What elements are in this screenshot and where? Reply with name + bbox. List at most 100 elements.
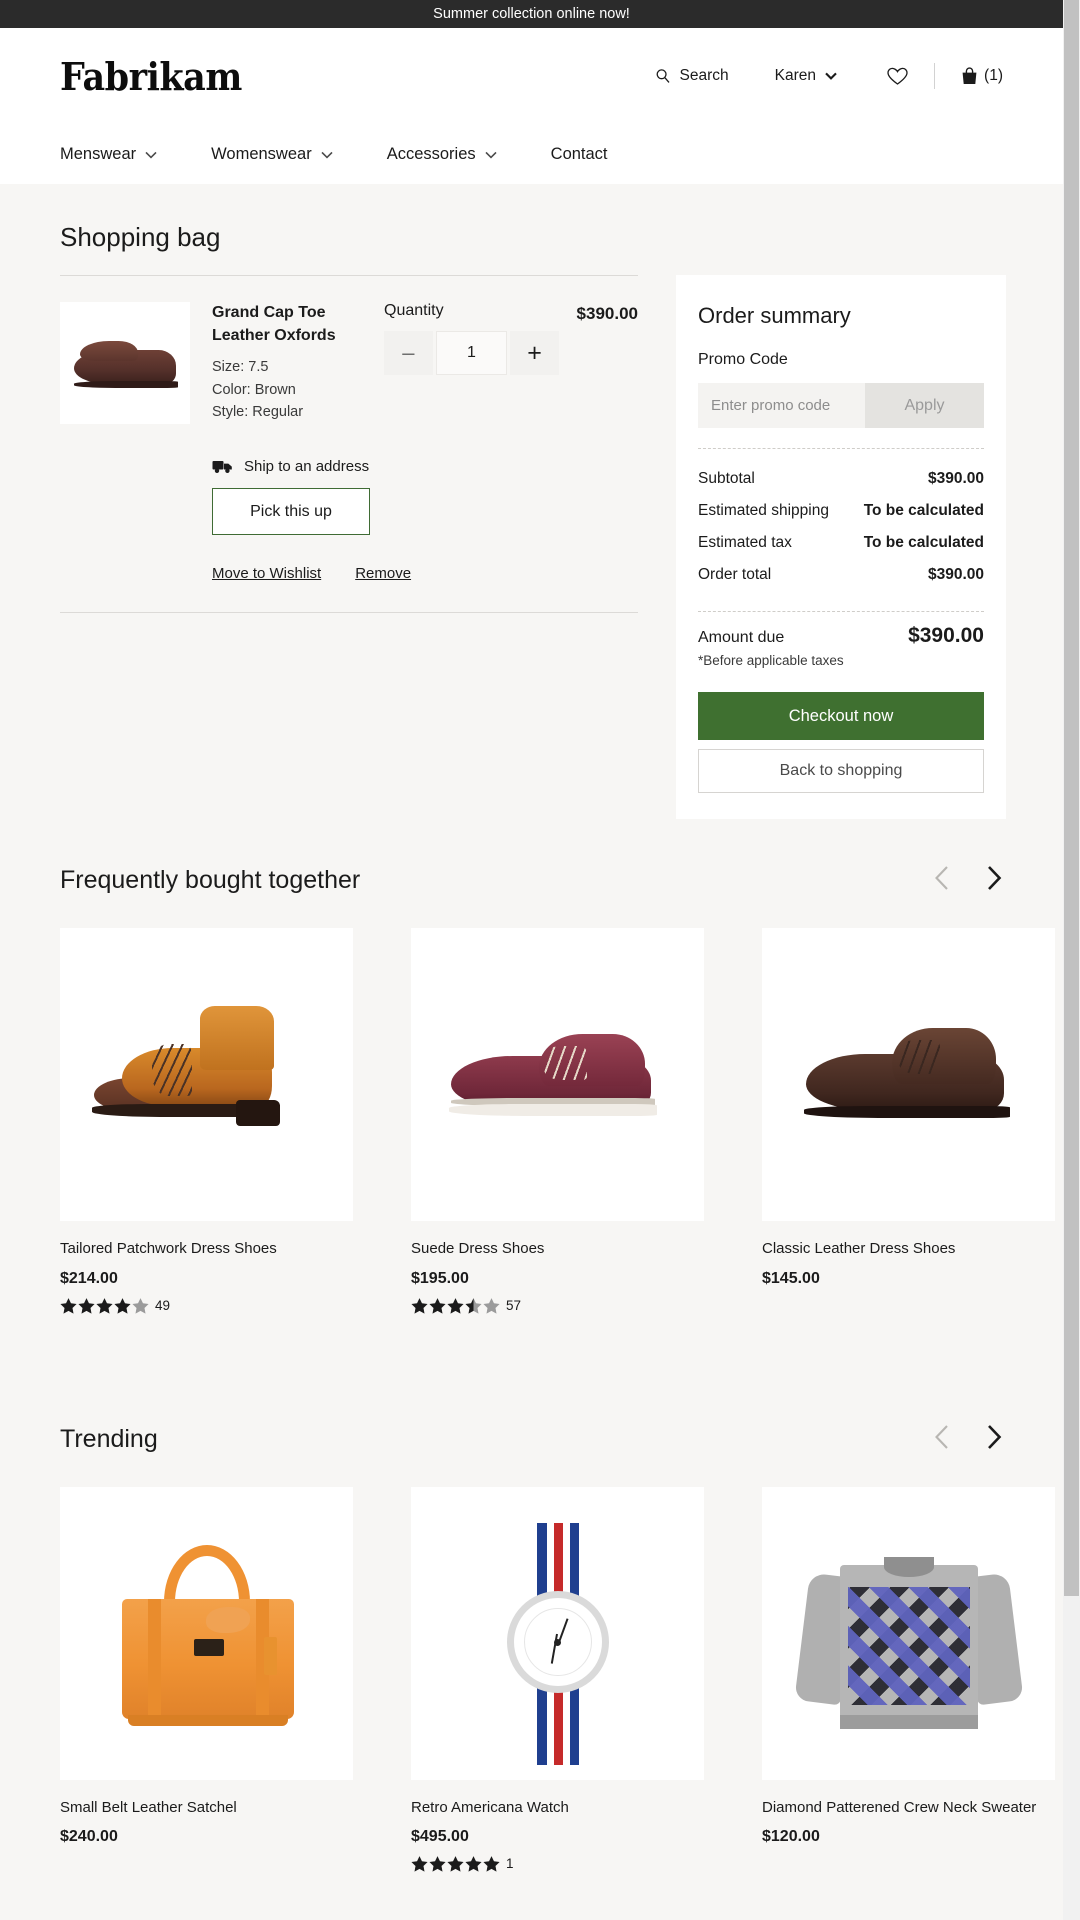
product-card[interactable]: Retro Americana Watch $495.00 1 bbox=[411, 1486, 704, 1873]
account-name: Karen bbox=[774, 67, 817, 84]
satchel-art bbox=[206, 1606, 250, 1633]
nav-item-contact[interactable]: Contact bbox=[551, 145, 608, 164]
product-image[interactable] bbox=[762, 1486, 1055, 1780]
product-image[interactable] bbox=[60, 928, 353, 1221]
product-card[interactable]: Small Belt Leather Satchel $240.00 bbox=[60, 1486, 353, 1873]
apply-promo-button[interactable]: Apply bbox=[865, 383, 984, 428]
summary-label: Estimated shipping bbox=[698, 502, 829, 519]
promo-code-row: Apply bbox=[698, 383, 984, 428]
product-price: $145.00 bbox=[762, 1269, 820, 1287]
star-icon bbox=[483, 1856, 500, 1872]
carousel-next-icon[interactable] bbox=[985, 865, 1003, 896]
product-card[interactable]: Suede Dress Shoes $195.00 57 bbox=[411, 928, 704, 1314]
search-button[interactable]: Search bbox=[655, 67, 729, 85]
summary-rows: Subtotal $390.00 Estimated shipping To b… bbox=[698, 463, 984, 591]
attr-key: Style: bbox=[212, 404, 249, 421]
product-card[interactable]: Tailored Patchwork Dress Shoes $214.00 4… bbox=[60, 928, 353, 1314]
back-to-shopping-button[interactable]: Back to shopping bbox=[698, 749, 984, 793]
product-image[interactable] bbox=[762, 928, 1055, 1221]
quantity-input[interactable]: 1 bbox=[435, 331, 508, 375]
star-icon bbox=[465, 1856, 482, 1872]
site-header: Fabrikam Search Karen (1) Menswear Women… bbox=[0, 28, 1063, 184]
scrollbar-thumb[interactable] bbox=[1064, 0, 1079, 1596]
header-divider bbox=[934, 63, 936, 89]
product-name[interactable]: Classic Leather Dress Shoes bbox=[762, 1239, 1055, 1259]
search-label: Search bbox=[679, 67, 729, 84]
wishlist-button[interactable] bbox=[887, 67, 908, 86]
move-to-wishlist-link[interactable]: Move to Wishlist bbox=[212, 565, 321, 582]
header-top-row: Fabrikam Search Karen (1) bbox=[60, 28, 1003, 124]
brand-logo[interactable]: Fabrikam bbox=[60, 54, 242, 99]
account-menu[interactable]: Karen bbox=[775, 67, 837, 85]
carousel-prev-icon[interactable] bbox=[933, 865, 951, 896]
nav-item-accessories[interactable]: Accessories bbox=[387, 145, 497, 164]
nav-item-womenswear[interactable]: Womenswear bbox=[211, 145, 333, 164]
summary-value: To be calculated bbox=[863, 534, 984, 551]
header-actions: Search Karen (1) bbox=[655, 63, 1003, 89]
product-card[interactable]: Classic Leather Dress Shoes $145.00 bbox=[762, 928, 1055, 1314]
carousel-title: Frequently bought together bbox=[60, 866, 361, 894]
product-image[interactable] bbox=[60, 1486, 353, 1780]
summary-label: Estimated tax bbox=[698, 534, 792, 551]
carousel-controls bbox=[933, 1424, 1003, 1455]
satchel-art bbox=[194, 1638, 224, 1656]
product-image[interactable] bbox=[411, 928, 704, 1221]
product-name[interactable]: Diamond Patterened Crew Neck Sweater bbox=[762, 1798, 1055, 1818]
carousel-controls bbox=[933, 865, 1003, 896]
patchwork-boot-art bbox=[200, 1006, 274, 1070]
product-name[interactable]: Tailored Patchwork Dress Shoes bbox=[60, 1239, 353, 1259]
browser-viewport: Summer collection online now! Fabrikam S… bbox=[0, 0, 1080, 1920]
nav-item-menswear[interactable]: Menswear bbox=[60, 145, 157, 164]
summary-value: $390.00 bbox=[927, 470, 984, 487]
attr-style: Style: Regular bbox=[212, 401, 360, 423]
nav-label: Accessories bbox=[386, 144, 476, 163]
quantity-decrease-button[interactable]: – bbox=[384, 331, 433, 375]
quantity-label: Quantity bbox=[384, 302, 444, 319]
star-icon bbox=[114, 1297, 131, 1314]
carousel-next-icon[interactable] bbox=[985, 1424, 1003, 1455]
product-thumbnail[interactable] bbox=[60, 302, 190, 424]
chevron-down-icon bbox=[825, 67, 837, 85]
product-price: $214.00 bbox=[60, 1269, 118, 1287]
line-item-price: $390.00 bbox=[576, 304, 638, 323]
shopping-bag-button[interactable]: (1) bbox=[961, 67, 1003, 85]
classic-shoe-art bbox=[804, 1106, 1010, 1118]
product-name[interactable]: Retro Americana Watch bbox=[411, 1798, 704, 1818]
bag-items-column: Grand Cap Toe Leather Oxfords Size: 7.5 … bbox=[60, 275, 638, 613]
product-name[interactable]: Suede Dress Shoes bbox=[411, 1239, 704, 1259]
product-card[interactable]: Diamond Patterened Crew Neck Sweater $12… bbox=[762, 1486, 1055, 1873]
announcement-text: Summer collection online now! bbox=[433, 6, 630, 22]
promo-code-input[interactable] bbox=[698, 383, 865, 428]
carousel-trending: Trending Small Belt Leather Satchel $240… bbox=[0, 1424, 1063, 1873]
product-image[interactable] bbox=[411, 1486, 704, 1780]
carousel-prev-icon[interactable] bbox=[933, 1424, 951, 1455]
line-item-name[interactable]: Grand Cap Toe Leather Oxfords bbox=[212, 302, 360, 347]
star-icon bbox=[60, 1297, 77, 1314]
bag-layout: Grand Cap Toe Leather Oxfords Size: 7.5 … bbox=[60, 275, 1006, 819]
product-name[interactable]: Small Belt Leather Satchel bbox=[60, 1798, 353, 1818]
satchel-art bbox=[164, 1544, 250, 1607]
nav-label: Menswear bbox=[60, 144, 137, 163]
star-icon bbox=[429, 1297, 446, 1314]
main-navigation: Menswear Womenswear Accessories Contact bbox=[60, 124, 1003, 184]
attr-value: Brown bbox=[254, 381, 296, 398]
bag-count: (1) bbox=[984, 67, 1003, 84]
remove-link[interactable]: Remove bbox=[355, 565, 411, 582]
chevron-down-icon bbox=[145, 145, 157, 164]
pick-this-up-button[interactable]: Pick this up bbox=[212, 488, 370, 535]
checkout-now-button[interactable]: Checkout now bbox=[698, 692, 984, 740]
satchel-art bbox=[148, 1598, 161, 1719]
oxford-shoe-art bbox=[74, 341, 178, 388]
page-scrollbar[interactable] bbox=[1063, 0, 1080, 1920]
summary-row-tax: Estimated tax To be calculated bbox=[698, 527, 984, 559]
bag-section: Shopping bag Grand Cap Toe Leather Oxfor… bbox=[0, 184, 1063, 819]
nav-label: Womenswear bbox=[211, 144, 312, 163]
attr-value: 7.5 bbox=[248, 359, 269, 376]
summary-row-shipping: Estimated shipping To be calculated bbox=[698, 495, 984, 527]
quantity-block: Quantity – 1 + bbox=[384, 302, 559, 424]
quantity-increase-button[interactable]: + bbox=[510, 331, 559, 375]
line-item-info: Grand Cap Toe Leather Oxfords Size: 7.5 … bbox=[212, 302, 360, 424]
shipping-option-row: Ship to an address bbox=[212, 458, 638, 475]
page-content: Summer collection online now! Fabrikam S… bbox=[0, 0, 1063, 1920]
star-icon-empty bbox=[132, 1297, 149, 1314]
